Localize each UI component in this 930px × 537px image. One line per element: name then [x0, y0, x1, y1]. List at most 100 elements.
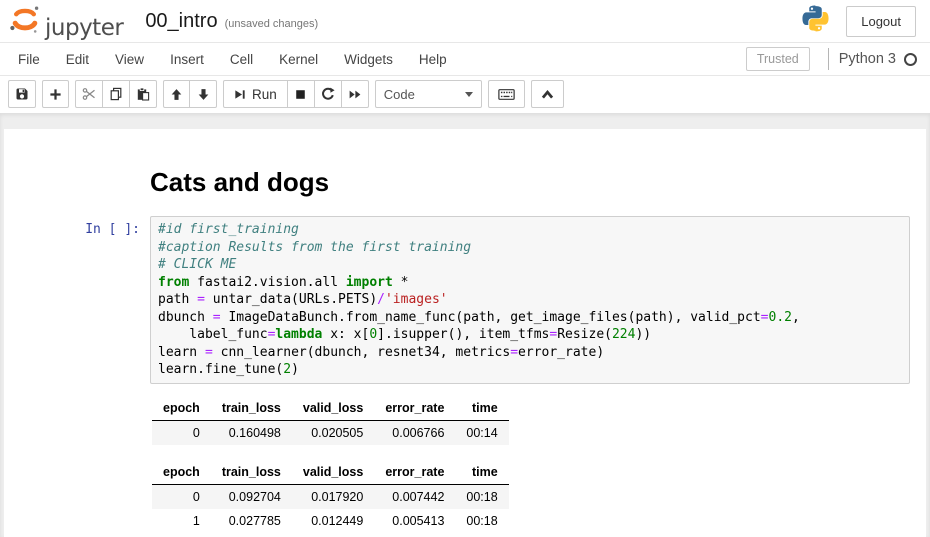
plus-icon: [49, 88, 62, 101]
menubar-divider: [828, 48, 829, 70]
table-cell: 00:18: [455, 484, 508, 509]
table-header-cell: epoch: [152, 396, 211, 421]
table-header-cell: valid_loss: [292, 460, 374, 485]
jupyter-logo[interactable]: jupyter: [8, 3, 123, 40]
notebook-title-area: 00_intro (unsaved changes): [145, 10, 318, 33]
table-header-cell: time: [455, 460, 508, 485]
table-cell: 0.092704: [211, 484, 292, 509]
stop-icon: [294, 88, 307, 101]
output-cell: epochtrain_lossvalid_losserror_ratetime0…: [4, 384, 926, 537]
notebook-title[interactable]: 00_intro: [145, 10, 217, 33]
restart-and-run-all-button[interactable]: [342, 80, 369, 108]
table-cell: 00:18: [455, 509, 508, 533]
code-line: dbunch = ImageDataBunch.from_name_func(p…: [158, 309, 902, 327]
table-cell: 0: [152, 484, 211, 509]
table-header-cell: valid_loss: [292, 396, 374, 421]
copy-icon: [109, 87, 123, 101]
output-table: epochtrain_lossvalid_losserror_ratetime0…: [152, 396, 509, 445]
table-cell: 0.160498: [211, 420, 292, 445]
header: jupyter 00_intro (unsaved changes) Logou…: [0, 0, 930, 42]
cell-type-value: Code: [384, 87, 415, 102]
restart-kernel-button[interactable]: [315, 80, 342, 108]
code-input-area[interactable]: #id first_training#caption Results from …: [150, 216, 910, 384]
kernel-idle-icon: [904, 53, 917, 66]
move-cell-down-button[interactable]: [190, 80, 217, 108]
menu-item-cell[interactable]: Cell: [217, 44, 266, 75]
markdown-cell[interactable]: Cats and dogs: [4, 167, 926, 216]
table-header-cell: epoch: [152, 460, 211, 485]
autosave-status: (unsaved changes): [225, 18, 319, 30]
logout-button[interactable]: Logout: [846, 6, 916, 37]
cell-type-dropdown[interactable]: Code: [375, 80, 482, 108]
notebook-container: Cats and dogs In [ ]: #id first_training…: [4, 129, 926, 537]
table-cell: 0: [152, 420, 211, 445]
menu-item-widgets[interactable]: Widgets: [331, 44, 406, 75]
insert-cell-below-button[interactable]: [42, 80, 69, 108]
toolbar: Run Code: [0, 76, 930, 113]
menu-item-view[interactable]: View: [102, 44, 157, 75]
table-cell: 1: [152, 509, 211, 533]
code-line: # CLICK ME: [158, 256, 902, 274]
menu-item-help[interactable]: Help: [406, 44, 460, 75]
run-button[interactable]: Run: [223, 80, 288, 108]
code-line: #id first_training: [158, 221, 902, 239]
run-button-label: Run: [252, 87, 277, 102]
table-cell: 0.006766: [374, 420, 455, 445]
step-forward-icon: [234, 88, 246, 101]
code-area: #id first_training#caption Results from …: [158, 221, 902, 379]
table-row: 00.1604980.0205050.00676600:14: [152, 420, 509, 445]
table-cell: 0.012449: [292, 509, 374, 533]
table-header-cell: train_loss: [211, 396, 292, 421]
header-right: Logout: [801, 4, 916, 38]
notebook-site: Cats and dogs In [ ]: #id first_training…: [0, 113, 930, 537]
python-logo-icon: [801, 4, 830, 38]
paste-cells-button[interactable]: [130, 80, 157, 108]
table-cell: 0.005413: [374, 509, 455, 533]
menubar-right: Trusted Python 3: [746, 47, 917, 71]
fast-forward-icon: [348, 88, 362, 101]
notebook-heading: Cats and dogs: [150, 167, 910, 197]
menubar: FileEditViewInsertCellKernelWidgetsHelp …: [0, 42, 930, 76]
table-row: 10.0277850.0124490.00541300:18: [152, 509, 509, 533]
save-icon: [15, 87, 29, 101]
arrow-down-icon: [197, 88, 210, 101]
code-cell[interactable]: In [ ]: #id first_training#caption Resul…: [4, 216, 926, 384]
menu-item-file[interactable]: File: [5, 44, 53, 75]
jupyter-logo-text: jupyter: [45, 17, 123, 40]
table-header-cell: error_rate: [374, 460, 455, 485]
collapse-header-button[interactable]: [531, 80, 564, 108]
table-header-cell: time: [455, 396, 508, 421]
refresh-icon: [321, 87, 335, 101]
table-cell: 0.020505: [292, 420, 374, 445]
code-cell-prompt: In [ ]:: [4, 216, 150, 384]
chevron-up-icon: [541, 89, 554, 100]
cut-cells-button[interactable]: [75, 80, 103, 108]
table-cell: 0.017920: [292, 484, 374, 509]
code-line: learn.fine_tune(2): [158, 361, 902, 379]
output-prompt: [4, 384, 150, 537]
paste-icon: [136, 87, 150, 101]
arrow-up-icon: [170, 88, 183, 101]
menubar-items: FileEditViewInsertCellKernelWidgetsHelp: [5, 44, 460, 75]
command-palette-button[interactable]: [488, 80, 525, 108]
menu-item-insert[interactable]: Insert: [157, 44, 217, 75]
table-row: 00.0927040.0179200.00744200:18: [152, 484, 509, 509]
move-cell-up-button[interactable]: [163, 80, 190, 108]
menu-item-edit[interactable]: Edit: [53, 44, 102, 75]
interrupt-kernel-button[interactable]: [288, 80, 315, 108]
table-cell: 0.007442: [374, 484, 455, 509]
copy-cells-button[interactable]: [103, 80, 130, 108]
code-line: learn = cnn_learner(dbunch, resnet34, me…: [158, 344, 902, 362]
code-line: #caption Results from the first training: [158, 239, 902, 257]
table-header-cell: train_loss: [211, 460, 292, 485]
trusted-badge[interactable]: Trusted: [746, 47, 810, 71]
save-button[interactable]: [8, 80, 36, 108]
code-line: from fastai2.vision.all import *: [158, 274, 902, 292]
table-cell: 0.027785: [211, 509, 292, 533]
kernel-name: Python 3: [839, 51, 896, 67]
menu-item-kernel[interactable]: Kernel: [266, 44, 331, 75]
outputs: epochtrain_lossvalid_losserror_ratetime0…: [150, 384, 910, 537]
markdown-cell-prompt: [4, 167, 150, 216]
caret-down-icon: [465, 92, 473, 97]
code-line: path = untar_data(URLs.PETS)/'images': [158, 291, 902, 309]
